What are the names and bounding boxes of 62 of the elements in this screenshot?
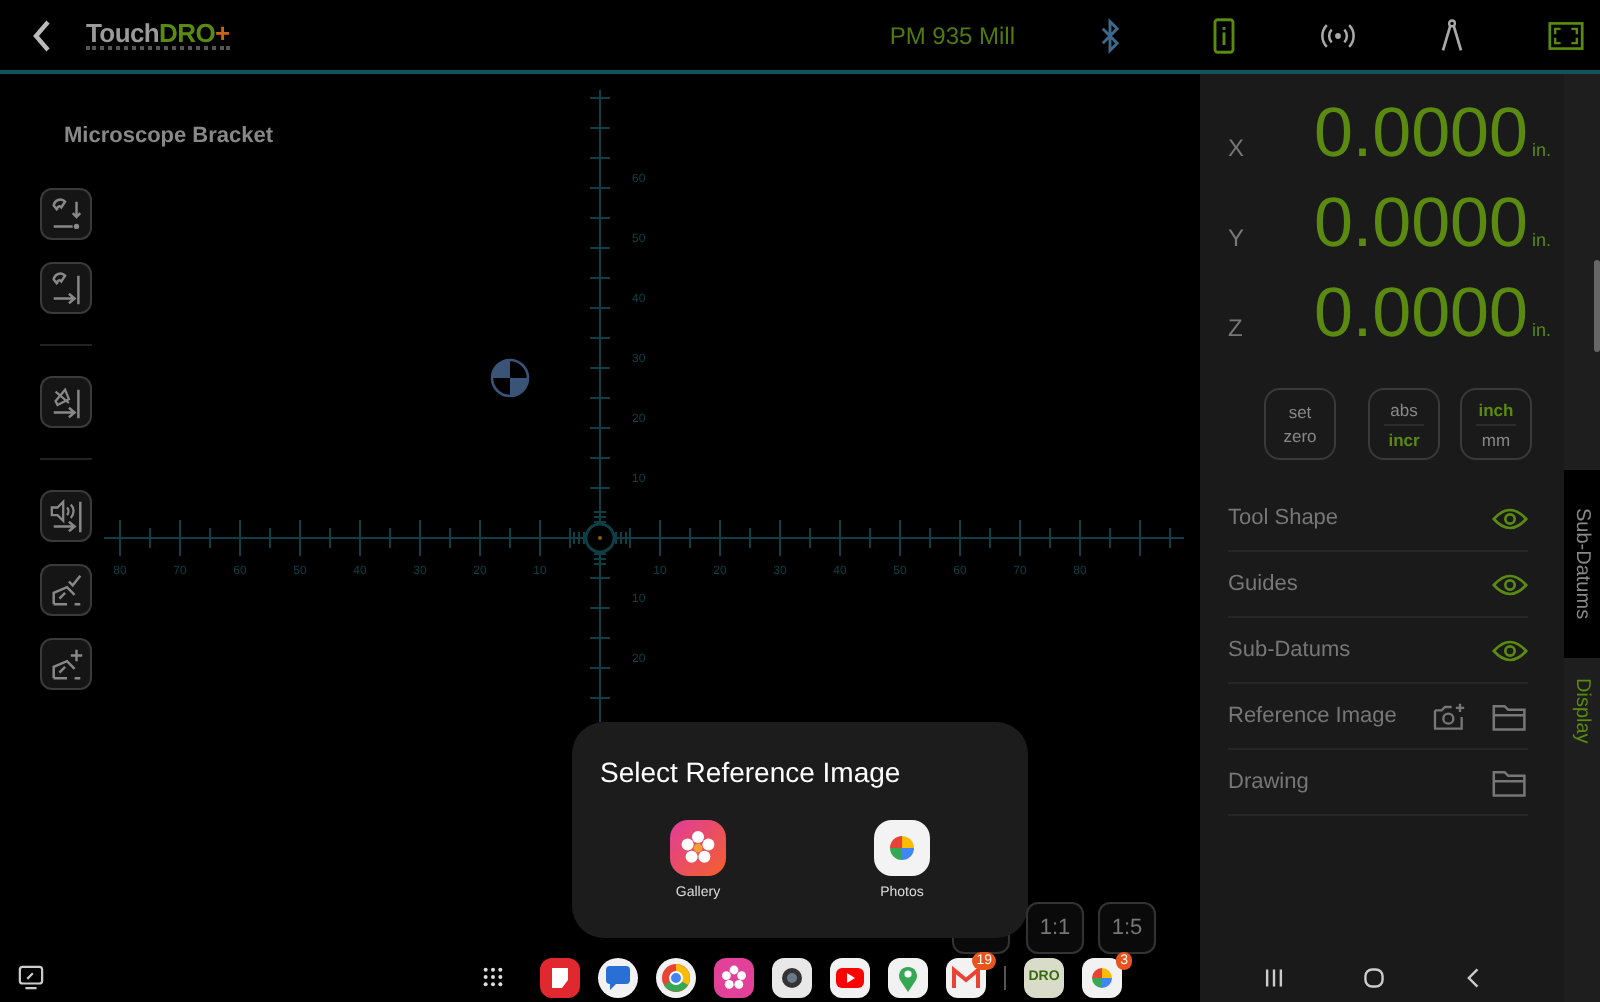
speaker-edge-icon [47,497,85,535]
flower-icon [670,820,726,876]
unit-label: in. [1532,140,1554,160]
origin-marker-icon [584,522,616,554]
home-icon[interactable] [1362,965,1386,989]
eye-icon[interactable] [1492,503,1528,533]
magnet-arrow-icon [47,195,85,233]
dialog-title: Select Reference Image [600,756,903,788]
toggle-option[interactable]: abs [1390,399,1418,419]
screen-pen-icon[interactable] [18,964,44,990]
datum-marker-icon [490,358,530,398]
eye-icon[interactable] [1492,635,1528,665]
toggle-option[interactable]: mm [1481,429,1511,449]
browser-app-icon[interactable] [656,957,696,997]
axis-readout[interactable]: 0.0000 [1313,184,1528,264]
layer-label: Guides [1228,572,1298,596]
axis-label: Y [1228,224,1247,252]
layer-label: Sub-Datums [1228,638,1351,662]
folder-icon[interactable] [1492,767,1528,797]
axis-label: Z [1228,314,1245,342]
sound-edge-tool[interactable] [40,490,92,542]
video-app-icon[interactable] [830,957,870,997]
probe-edge-tool[interactable] [40,376,92,428]
edit-add-tool[interactable] [40,638,92,690]
notes-app-icon[interactable] [540,957,580,997]
set-zero-button[interactable]: set zero [1264,388,1336,460]
flower-app-icon[interactable] [714,957,754,997]
axis-readout[interactable]: 0.0000 [1313,274,1528,354]
magnet-point-tool[interactable] [40,188,92,240]
scrollbar-thumb[interactable] [1594,260,1600,352]
toggle-option[interactable]: inch [1478,399,1514,419]
apps-grid-icon[interactable] [482,966,504,988]
layer-label: Drawing [1228,770,1309,794]
pinwheel-icon [874,820,930,876]
edit-check-icon [47,571,85,609]
zoom-button[interactable]: 1:1 [1026,902,1084,954]
app-logo: TouchDRO+ [86,20,230,50]
toggle-option[interactable]: incr [1388,429,1420,449]
camera-app-icon[interactable] [772,957,812,997]
recent-apps-icon[interactable] [1262,965,1286,989]
folder-icon[interactable] [1492,701,1528,731]
pinwheel-app-icon[interactable] [1082,957,1122,997]
layer-label: Tool Shape [1228,506,1339,530]
project-title: Microscope Bracket [64,124,274,148]
side-tab[interactable]: Sub-Datums [1564,470,1600,658]
unit-label: in. [1532,320,1554,340]
back-icon[interactable] [30,17,54,53]
magnet-edge-tool[interactable] [40,262,92,314]
fullscreen-icon[interactable] [1547,17,1584,53]
machine-name[interactable]: PM 935 Mill [889,21,1016,49]
edit-add-icon [47,645,85,683]
zoom-button[interactable]: 1:5 [1098,902,1156,954]
edit-check-tool[interactable] [40,564,92,616]
layer-label: Reference Image [1228,704,1397,728]
axis-readout[interactable]: 0.0000 [1313,94,1528,174]
chat-app-icon[interactable] [598,957,638,997]
axis-label: X [1228,134,1247,162]
add-photo-icon[interactable] [1432,701,1468,731]
magnet-edge-icon [47,269,85,307]
eye-icon[interactable] [1492,569,1528,599]
unit-label: in. [1532,230,1554,250]
map-pin-app-icon[interactable] [888,957,928,997]
